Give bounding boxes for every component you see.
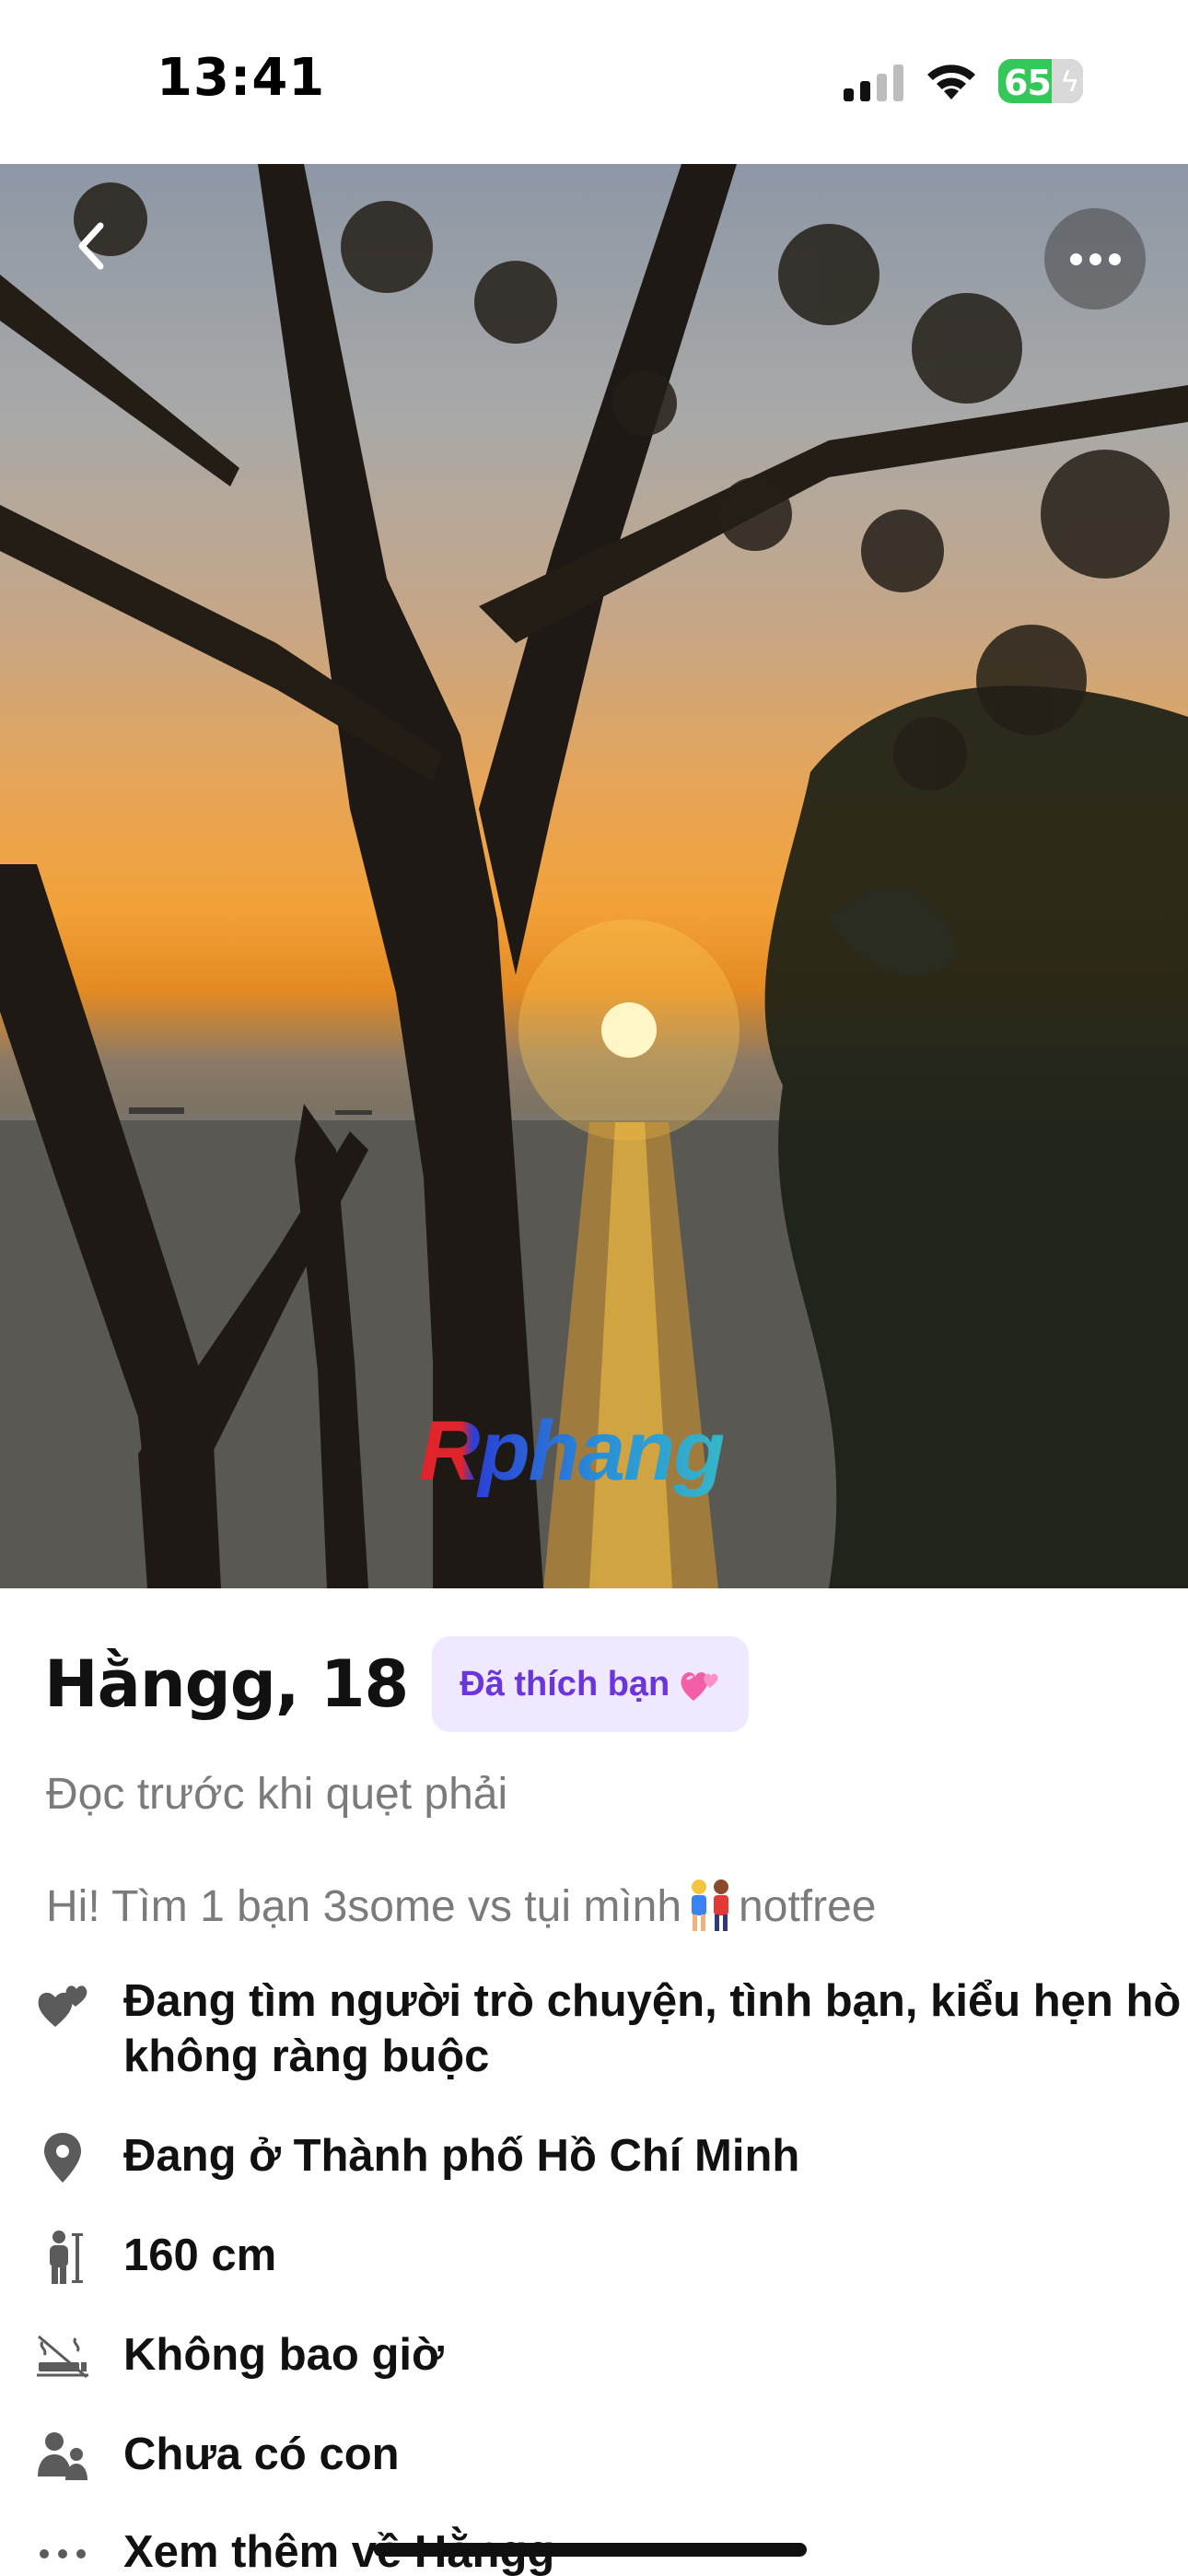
smoking-icon xyxy=(33,2327,92,2386)
cellular-signal-icon xyxy=(844,64,903,101)
watermark-logo: Rphang xyxy=(419,1404,725,1498)
detail-text: 160 cm xyxy=(123,2231,277,2280)
two-hearts-icon xyxy=(681,1672,718,1701)
detail-text: Chưa có con xyxy=(123,2430,400,2479)
detail-text: Đang tìm người trò chuyện, tình bạn, kiể… xyxy=(123,1976,1182,2081)
detail-text: Đang ở Thành phố Hồ Chí Minh xyxy=(123,2131,800,2181)
status-bar: 13:41 65 ϟ xyxy=(0,0,1188,164)
liked-you-badge: Đã thích bạn xyxy=(432,1636,750,1732)
bio-text-end: notfree xyxy=(739,1881,877,1931)
ellipsis-dot xyxy=(1089,252,1101,265)
couple-emoji-icon xyxy=(692,1879,729,1931)
profile-photo[interactable]: Rphang xyxy=(0,164,1188,1588)
name-row: Hằngg, 18 Đã thích bạn xyxy=(44,1636,750,1732)
location-pin-icon xyxy=(33,2128,92,2187)
profile-subtitle: Đọc trước khi quẹt phải xyxy=(46,1770,508,1819)
battery-percent: 65 xyxy=(1004,63,1052,103)
profile-name-age: Hằngg, 18 xyxy=(44,1646,409,1722)
ellipsis-dot xyxy=(1108,252,1121,265)
home-indicator[interactable] xyxy=(374,2543,807,2557)
detail-smoking: Không bao giờ xyxy=(33,2327,1182,2386)
detail-looking-for: Đang tìm người trò chuyện, tình bạn, kiể… xyxy=(33,1973,1182,2084)
detail-location: Đang ở Thành phố Hồ Chí Minh xyxy=(33,2128,1182,2187)
charging-bolt-icon: ϟ xyxy=(1062,64,1077,98)
sunset-tree-scene xyxy=(0,164,1188,1588)
back-button[interactable] xyxy=(50,205,133,287)
more-dots-icon xyxy=(33,2524,92,2576)
detail-children: Chưa có con xyxy=(33,2427,1182,2486)
more-options-button[interactable] xyxy=(1044,208,1146,310)
chevron-left-icon xyxy=(78,222,104,270)
wifi-icon xyxy=(927,64,975,100)
height-icon xyxy=(33,2228,92,2287)
detail-height: 160 cm xyxy=(33,2228,1182,2287)
hearts-icon xyxy=(33,1973,92,2032)
bio-text-start: Hi! Tìm 1 bạn 3some vs tụi mình xyxy=(46,1881,682,1931)
detail-text: Không bao giờ xyxy=(123,2330,444,2380)
ellipsis-icon xyxy=(1069,252,1082,265)
liked-you-label: Đã thích bạn xyxy=(460,1664,670,1704)
status-time: 13:41 xyxy=(157,48,326,108)
profile-bio: Hi! Tìm 1 bạn 3some vs tụi mình notfree xyxy=(46,1878,876,1935)
children-icon xyxy=(33,2427,92,2486)
battery-icon: 65 ϟ xyxy=(998,59,1083,103)
